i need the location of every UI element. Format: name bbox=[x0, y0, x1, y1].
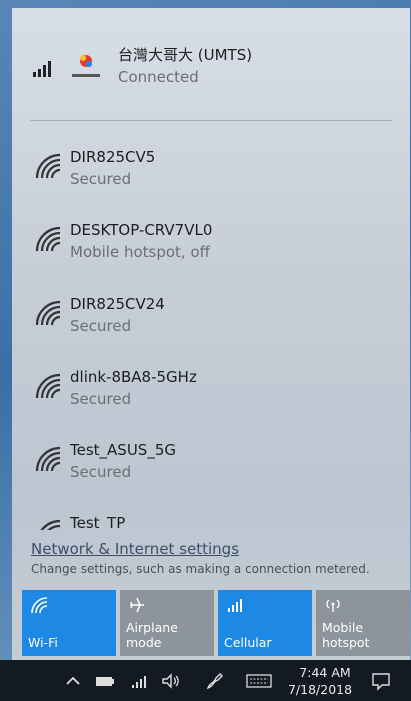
network-settings-link[interactable]: Network & Internet settings bbox=[31, 540, 239, 558]
network-name: DIR825CV5 bbox=[70, 148, 156, 166]
wifi-network-item[interactable]: DIR825CV24 Secured bbox=[12, 291, 410, 355]
tile-label: Cellular bbox=[224, 635, 272, 650]
network-flyout: 台灣大哥大 (UMTS) Connected DIR825CV5 Secured… bbox=[12, 8, 410, 660]
clock-time[interactable]: 7:44 AM bbox=[290, 665, 360, 680]
hotspot-icon bbox=[326, 599, 340, 612]
tile-label: Wi-Fi bbox=[28, 635, 58, 650]
network-status: Mobile hotspot, off bbox=[70, 243, 210, 261]
cellular-tile[interactable]: Cellular bbox=[218, 590, 312, 656]
wifi-icon bbox=[31, 597, 48, 614]
cellular-signal-icon bbox=[228, 599, 242, 612]
wifi-icon bbox=[35, 300, 61, 326]
taskbar: 7:44 AM 7/18/2018 bbox=[0, 660, 411, 701]
network-name: Test_ASUS_5G bbox=[70, 441, 176, 459]
cellular-connection[interactable]: 台灣大哥大 (UMTS) Connected bbox=[12, 38, 410, 102]
battery-icon[interactable] bbox=[94, 670, 116, 692]
wifi-network-item[interactable]: DIR825CV5 Secured bbox=[12, 144, 410, 208]
wifi-network-item[interactable]: Test_ASUS_5G Secured bbox=[12, 437, 410, 501]
wifi-network-item[interactable]: dlink-8BA8-5GHz Secured bbox=[12, 364, 410, 428]
tile-label: Airplane mode bbox=[126, 620, 178, 650]
wifi-icon bbox=[40, 519, 61, 530]
action-center-icon[interactable] bbox=[370, 670, 392, 692]
network-status: Secured bbox=[70, 390, 132, 408]
network-status: Secured bbox=[70, 463, 132, 481]
network-status: Secured bbox=[70, 317, 132, 335]
wifi-network-item[interactable]: Test_TP bbox=[12, 510, 410, 530]
airplane-mode-tile[interactable]: Airplane mode bbox=[120, 590, 214, 656]
wifi-icon bbox=[35, 153, 61, 179]
wifi-icon bbox=[35, 373, 61, 399]
network-name: DIR825CV24 bbox=[70, 295, 165, 313]
network-settings-description: Change settings, such as making a connec… bbox=[31, 562, 370, 576]
cellular-signal-icon bbox=[33, 61, 51, 77]
wifi-network-item[interactable]: DESKTOP-CRV7VL0 Mobile hotspot, off bbox=[12, 217, 410, 281]
airplane-icon bbox=[130, 597, 144, 613]
separator bbox=[30, 120, 392, 121]
volume-icon[interactable] bbox=[160, 670, 182, 692]
carrier-logo bbox=[72, 55, 100, 77]
tile-label: Mobile hotspot bbox=[322, 620, 370, 650]
cellular-signal-icon[interactable] bbox=[128, 670, 150, 692]
network-name: dlink-8BA8-5GHz bbox=[70, 368, 197, 386]
keyboard-icon[interactable] bbox=[246, 670, 272, 692]
wifi-toggle-tile[interactable]: Wi-Fi bbox=[22, 590, 116, 656]
network-status: Connected bbox=[118, 68, 199, 86]
clock-date[interactable]: 7/18/2018 bbox=[284, 682, 356, 697]
network-name: 台灣大哥大 (UMTS) bbox=[118, 46, 253, 64]
chevron-up-icon[interactable] bbox=[62, 670, 84, 692]
network-name: DESKTOP-CRV7VL0 bbox=[70, 221, 213, 239]
mobile-hotspot-tile[interactable]: Mobile hotspot bbox=[316, 590, 410, 656]
network-status: Secured bbox=[70, 170, 132, 188]
wifi-icon bbox=[35, 446, 61, 472]
pen-icon[interactable] bbox=[204, 670, 226, 692]
network-name: Test_TP bbox=[70, 514, 126, 530]
wifi-icon bbox=[35, 226, 61, 252]
